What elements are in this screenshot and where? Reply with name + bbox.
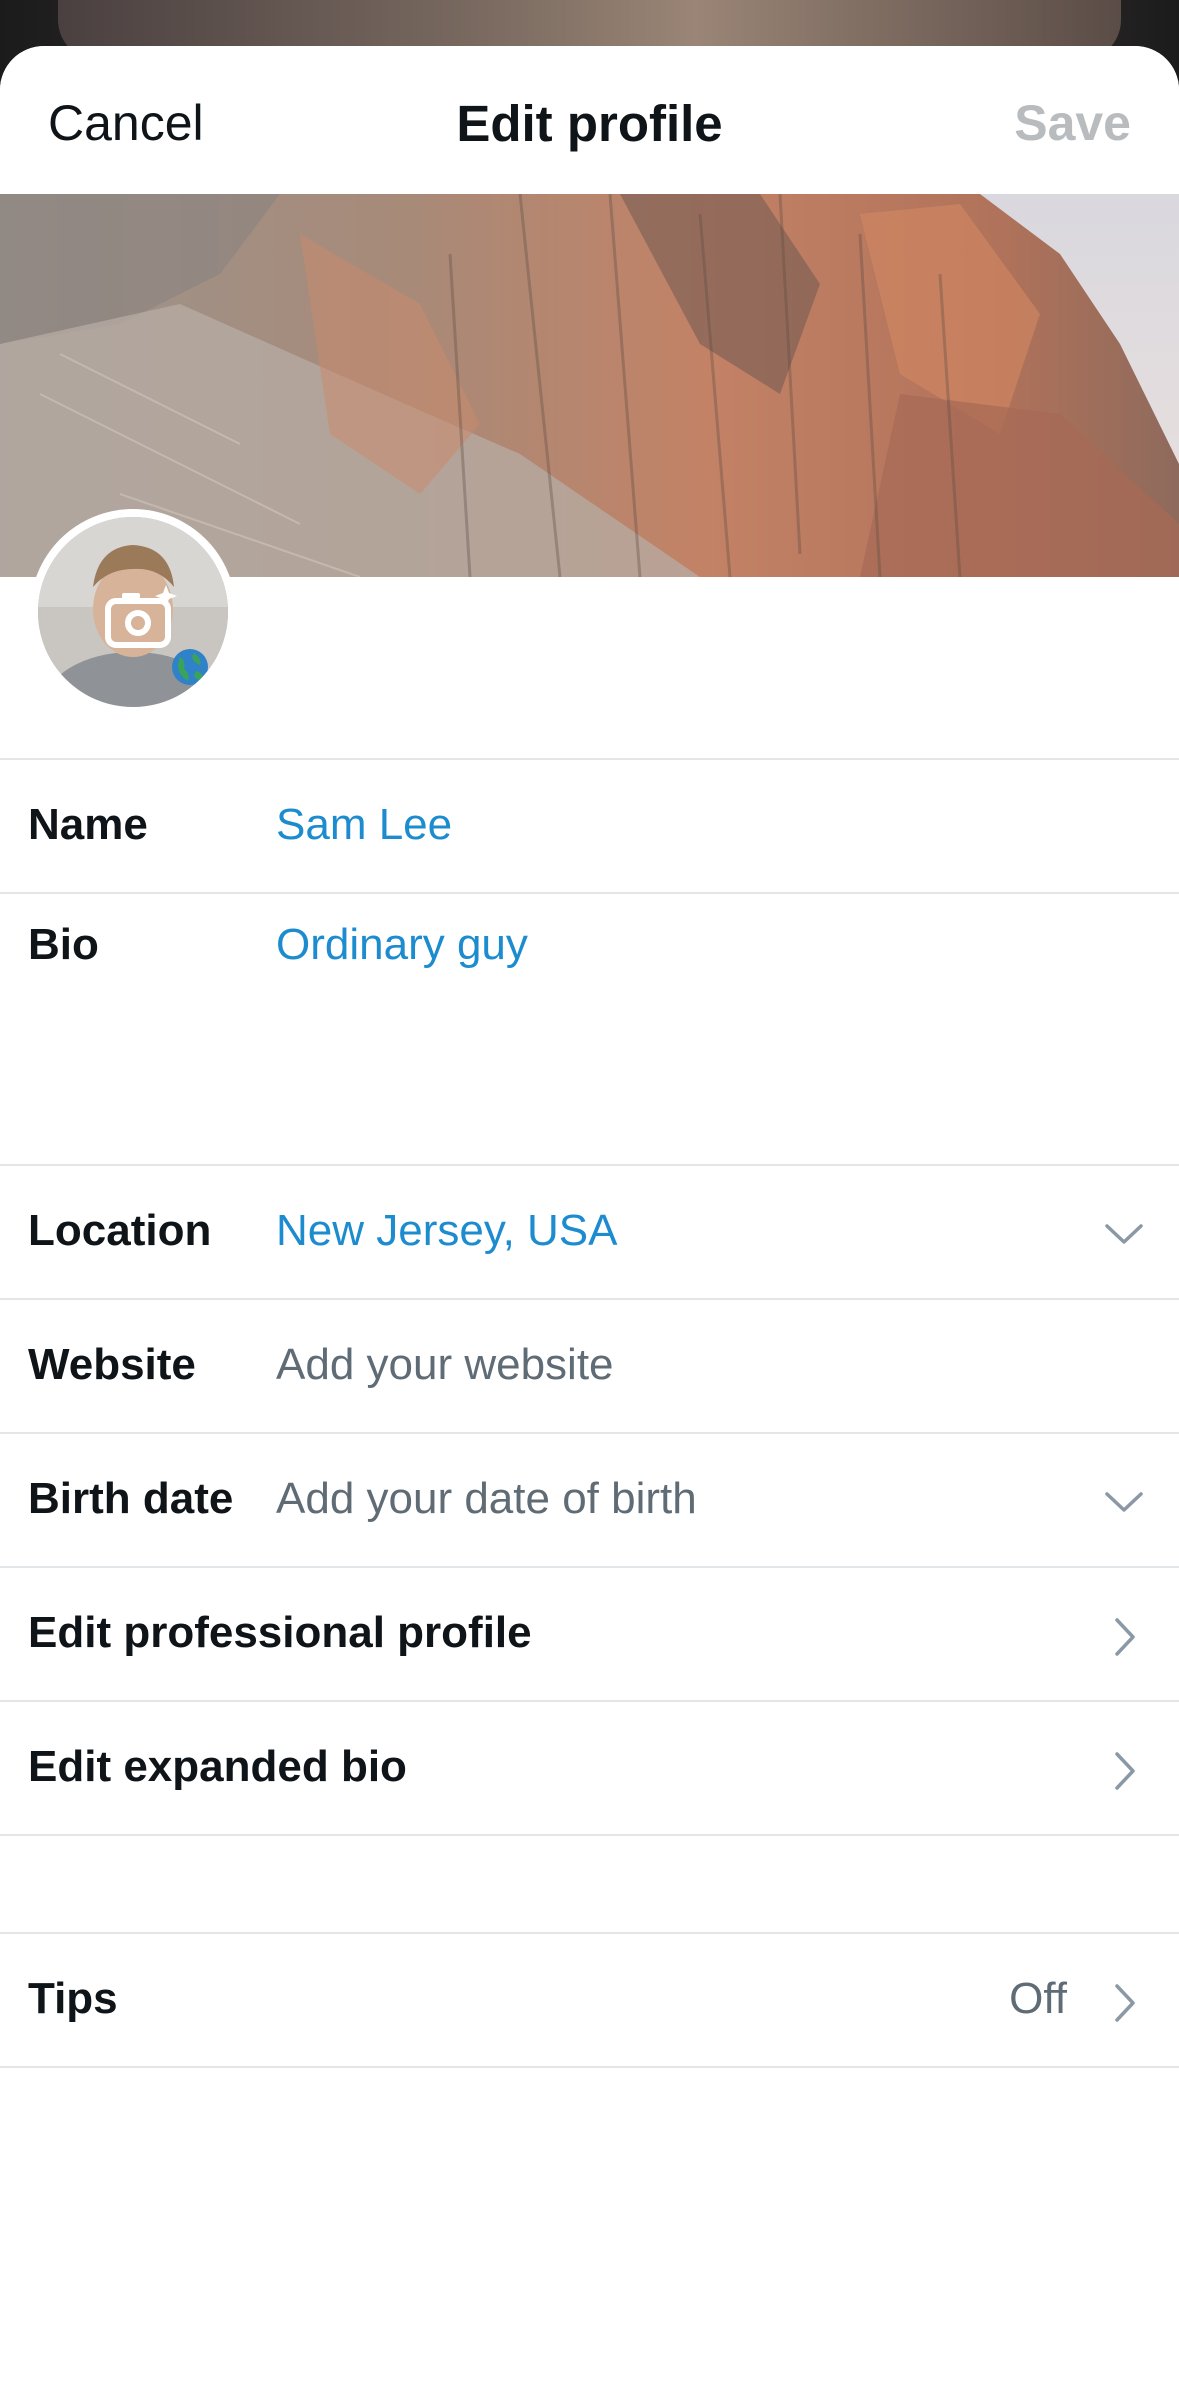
- website-label: Website: [28, 1340, 196, 1389]
- edit-expanded-bio-label: Edit expanded bio: [28, 1742, 407, 1791]
- edit-professional-profile-row[interactable]: Edit professional profile: [0, 1566, 1179, 1700]
- chevron-down-icon[interactable]: [1099, 1478, 1149, 1528]
- tips-label: Tips: [28, 1974, 118, 2023]
- camera-sparkle-icon: [105, 585, 177, 648]
- profile-form: Name Sam Lee Bio Ordinary guy Location N…: [0, 758, 1179, 2068]
- name-label: Name: [28, 800, 148, 849]
- save-button[interactable]: Save: [1014, 94, 1131, 152]
- avatar-button[interactable]: [30, 509, 236, 715]
- website-field[interactable]: Add your website: [276, 1340, 614, 1390]
- edit-expanded-bio-row[interactable]: Edit expanded bio: [0, 1700, 1179, 1834]
- page-title: Edit profile: [456, 95, 723, 152]
- tips-status: Off: [1009, 1974, 1067, 2023]
- birth-date-label: Birth date: [28, 1474, 234, 1523]
- section-spacer: [0, 1834, 1179, 1932]
- edit-profile-sheet: Cancel Edit profile Save Name Sam Lee Bi…: [0, 46, 1179, 2396]
- bio-field[interactable]: Ordinary guy: [276, 920, 528, 970]
- nav-bar: Cancel Edit profile Save: [0, 46, 1179, 194]
- bio-row[interactable]: Bio Ordinary guy: [0, 892, 1179, 1164]
- tips-row[interactable]: Tips Off: [0, 1932, 1179, 2066]
- birth-date-row[interactable]: Birth date Add your date of birth: [0, 1432, 1179, 1566]
- name-row[interactable]: Name Sam Lee: [0, 758, 1179, 892]
- name-field[interactable]: Sam Lee: [276, 800, 452, 850]
- divider: [0, 2066, 1179, 2068]
- chevron-down-icon[interactable]: [1099, 1210, 1149, 1260]
- globe-icon: [172, 649, 208, 685]
- chevron-right-icon: [1115, 1752, 1135, 1790]
- avatar: [38, 517, 228, 707]
- website-row[interactable]: Website Add your website: [0, 1298, 1179, 1432]
- location-label: Location: [28, 1206, 212, 1255]
- edit-professional-profile-label: Edit professional profile: [28, 1608, 532, 1657]
- location-field[interactable]: New Jersey, USA: [276, 1206, 618, 1256]
- chevron-right-icon: [1115, 1984, 1135, 2022]
- location-row[interactable]: Location New Jersey, USA: [0, 1164, 1179, 1298]
- birth-date-field[interactable]: Add your date of birth: [276, 1474, 697, 1524]
- bio-label: Bio: [28, 920, 99, 969]
- chevron-right-icon: [1115, 1618, 1135, 1656]
